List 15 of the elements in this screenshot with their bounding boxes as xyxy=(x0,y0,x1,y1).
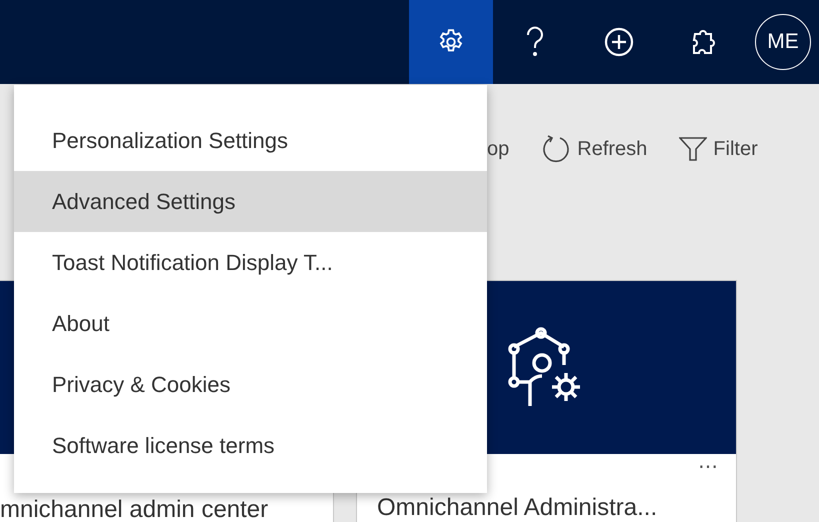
filter-button[interactable]: Filter xyxy=(679,134,758,164)
puzzle-icon xyxy=(690,28,716,56)
more-options-button[interactable]: ⋯ xyxy=(698,454,718,480)
card-title: Omnichannel Administra... xyxy=(377,494,658,522)
add-icon xyxy=(604,27,634,57)
menu-item[interactable]: Personalization Settings xyxy=(14,110,487,171)
refresh-button[interactable]: Refresh xyxy=(541,134,648,164)
avatar-button[interactable]: ME xyxy=(755,14,811,70)
filter-icon xyxy=(679,136,708,162)
settings-button[interactable] xyxy=(409,0,493,84)
toolbar-button[interactable]: op xyxy=(487,134,510,164)
menu-item[interactable]: Advanced Settings xyxy=(14,171,487,232)
help-icon xyxy=(525,26,545,58)
card-title: mnichannel admin center xyxy=(0,496,268,522)
refresh-icon xyxy=(541,134,572,164)
